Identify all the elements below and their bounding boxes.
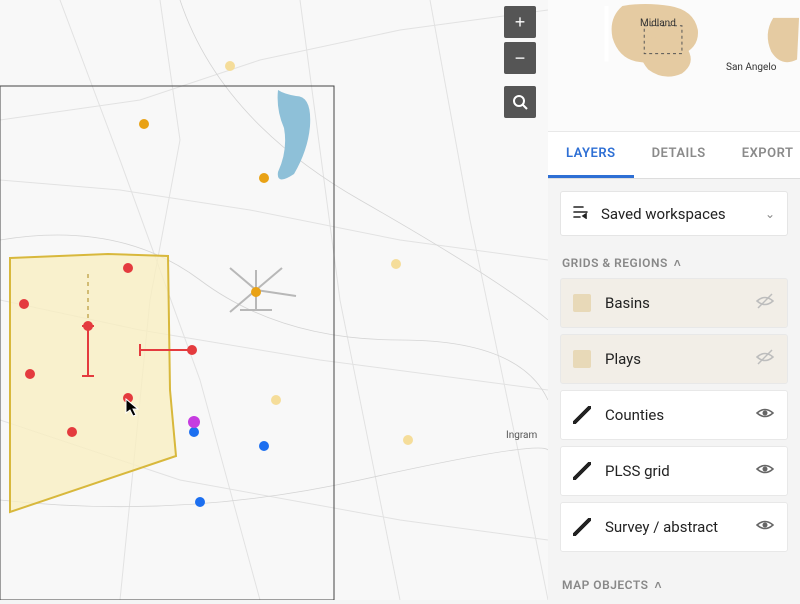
eye-off-icon[interactable] <box>755 347 775 371</box>
mini-map-label-midland: Midland <box>640 18 676 29</box>
sidebar-tabs: LAYERS DETAILS EXPORT <box>548 132 800 179</box>
section-grids-regions[interactable]: GRIDS & REGIONS ˄ <box>548 244 800 278</box>
layer-item[interactable]: Plays <box>560 334 788 384</box>
eye-off-icon[interactable] <box>755 291 775 315</box>
chevron-down-icon: ⌄ <box>765 207 775 221</box>
map-label-ingram: Ingram <box>506 430 537 441</box>
layer-item[interactable]: Survey / abstract <box>560 502 788 552</box>
eye-icon[interactable] <box>755 403 775 427</box>
mini-map[interactable]: Midland San Angelo <box>548 0 800 132</box>
zoom-controls: + − <box>504 6 536 118</box>
plus-icon: + <box>515 12 526 33</box>
layer-item[interactable]: PLSS grid <box>560 446 788 496</box>
layer-label: Basins <box>605 294 755 312</box>
tab-layers[interactable]: LAYERS <box>548 132 634 178</box>
section-map-objects[interactable]: MAP OBJECTS ˄ <box>548 566 800 600</box>
zoom-in-button[interactable]: + <box>504 6 536 38</box>
search-icon <box>512 94 528 110</box>
layer-label: Counties <box>605 406 755 424</box>
layer-swatch <box>573 462 591 480</box>
layer-label: PLSS grid <box>605 462 755 480</box>
layer-list: Basins Plays Counties PLSS grid Survey / abs… <box>548 278 800 552</box>
saved-workspaces-label: Saved workspaces <box>601 205 765 223</box>
mini-map-label-san-angelo: San Angelo <box>726 62 776 73</box>
layer-swatch <box>573 294 591 312</box>
layer-swatch <box>573 350 591 368</box>
eye-icon[interactable] <box>755 459 775 483</box>
eye-icon[interactable] <box>755 515 775 539</box>
workspaces-icon <box>573 204 589 223</box>
saved-workspaces-dropdown[interactable]: Saved workspaces ⌄ <box>560 191 788 236</box>
tab-export[interactable]: EXPORT <box>724 132 800 178</box>
minus-icon: − <box>515 48 526 69</box>
layer-swatch <box>573 406 591 424</box>
sidebar: LAYERS DETAILS EXPORT Saved workspaces ⌄… <box>548 132 800 600</box>
layer-label: Survey / abstract <box>605 518 755 536</box>
chevron-up-icon: ˄ <box>654 578 662 592</box>
layer-swatch <box>573 518 591 536</box>
zoom-out-button[interactable]: − <box>504 42 536 74</box>
layer-label: Plays <box>605 350 755 368</box>
map-search-button[interactable] <box>504 86 536 118</box>
tab-details[interactable]: DETAILS <box>634 132 724 178</box>
chevron-up-icon: ˄ <box>674 256 682 270</box>
map-canvas[interactable]: Ingram <box>0 0 548 600</box>
layer-item[interactable]: Counties <box>560 390 788 440</box>
layer-item[interactable]: Basins <box>560 278 788 328</box>
